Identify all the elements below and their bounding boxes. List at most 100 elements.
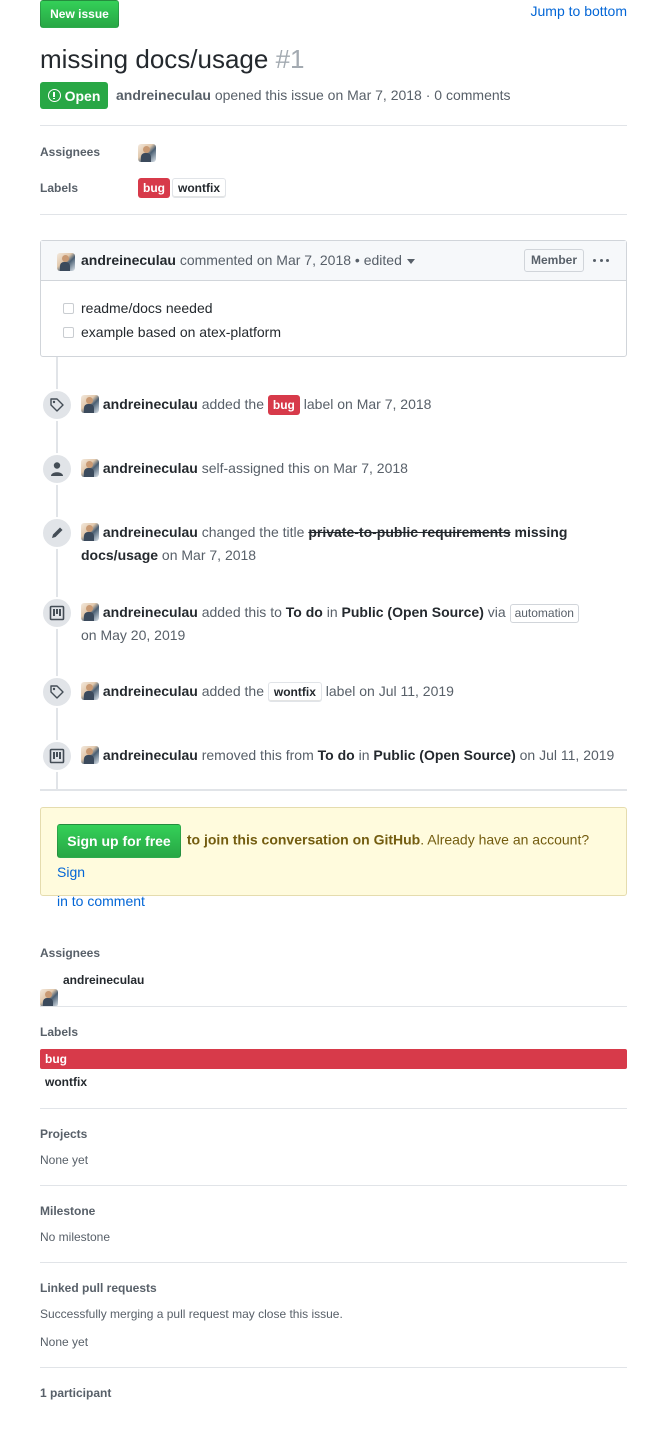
project-column: To do bbox=[285, 604, 323, 620]
timeline-action: removed this from bbox=[201, 747, 314, 763]
timeline-date: label on Mar 7, 2018 bbox=[303, 396, 432, 412]
signup-button[interactable]: Sign up for free bbox=[57, 824, 181, 858]
issue-author-link[interactable]: andreineculau bbox=[116, 87, 211, 103]
sidebar-milestone-value: No milestone bbox=[40, 1230, 111, 1244]
state-label: Open bbox=[64, 87, 101, 104]
tag-icon bbox=[41, 676, 73, 708]
automation-badge: automation bbox=[509, 603, 579, 623]
project-name[interactable]: Public (Open Source) bbox=[342, 604, 484, 620]
divider bbox=[40, 214, 627, 215]
comment-header: andreineculau commented on Mar 7, 2018 •… bbox=[41, 241, 626, 281]
project-icon bbox=[41, 597, 73, 629]
issue-opened-text: opened this issue on Mar 7, 2018 · 0 com… bbox=[214, 87, 511, 103]
timeline-user[interactable]: andreineculau bbox=[103, 683, 198, 699]
label-bug[interactable]: bug bbox=[267, 395, 300, 416]
comment-author-link[interactable]: andreineculau bbox=[81, 252, 176, 268]
sidebar-assignee-name[interactable]: andreineculau bbox=[63, 973, 144, 987]
assignee-avatar[interactable] bbox=[138, 144, 156, 162]
timeline-user[interactable]: andreineculau bbox=[103, 604, 198, 620]
timeline-date: label on Jul 11, 2019 bbox=[325, 683, 454, 699]
divider bbox=[40, 1367, 627, 1368]
sidebar-projects-value: None yet bbox=[40, 1153, 89, 1167]
new-issue-button[interactable]: New issue bbox=[40, 0, 119, 28]
timeline-avatar[interactable] bbox=[81, 603, 99, 621]
comment-author-avatar[interactable] bbox=[57, 253, 75, 271]
task-text: example based on atex-platform bbox=[81, 324, 281, 340]
kebab-horizontal-icon[interactable] bbox=[593, 251, 609, 269]
sidebar-milestone-heading: Milestone bbox=[40, 1204, 96, 1218]
sidebar-assignees-heading: Assignees bbox=[40, 946, 101, 960]
task-checkbox[interactable] bbox=[63, 326, 74, 338]
signin-link[interactable]: Sign bbox=[57, 864, 85, 880]
sidebar-linked-desc: Successfully merging a pull request may … bbox=[40, 1307, 343, 1321]
timeline-user[interactable]: andreineculau bbox=[103, 524, 198, 540]
timeline-item-renamed: andreineculau changed the title private-… bbox=[81, 521, 601, 567]
sidebar-projects-heading: Projects bbox=[40, 1127, 88, 1141]
timeline-action: added this to bbox=[201, 604, 282, 620]
timeline-date: on Jul 11, 2019 bbox=[519, 747, 615, 763]
timeline-date: on Mar 7, 2018 bbox=[161, 547, 257, 563]
issue-title: missing docs/usage #1 bbox=[40, 42, 305, 76]
timeline-action: changed the title bbox=[201, 524, 305, 540]
member-badge: Member bbox=[524, 249, 585, 272]
timeline-line bbox=[56, 357, 58, 789]
sidebar-label-bug[interactable]: bug bbox=[40, 1049, 627, 1069]
comment-header-text: andreineculau commented on Mar 7, 2018 •… bbox=[81, 252, 415, 268]
sidebar-linked-value: None yet bbox=[40, 1335, 89, 1349]
person-icon bbox=[41, 453, 73, 485]
timeline-item-project-removed: andreineculau removed this from To do in… bbox=[81, 744, 614, 767]
comment-box: andreineculau commented on Mar 7, 2018 •… bbox=[40, 240, 627, 357]
timeline-avatar[interactable] bbox=[81, 459, 99, 477]
issue-meta: andreineculau opened this issue on Mar 7… bbox=[116, 87, 511, 103]
task-item: example based on atex-platform bbox=[63, 324, 281, 340]
label-wontfix[interactable]: wontfix bbox=[267, 682, 322, 703]
timeline-avatar[interactable] bbox=[81, 746, 99, 764]
divider bbox=[40, 1185, 627, 1186]
timeline-item-labeled: andreineculau added the wontfix label on… bbox=[81, 680, 454, 703]
divider bbox=[40, 1108, 627, 1109]
timeline-avatar[interactable] bbox=[81, 682, 99, 700]
timeline-user[interactable]: andreineculau bbox=[103, 747, 198, 763]
task-text: readme/docs needed bbox=[81, 300, 213, 316]
labels-heading: Labels bbox=[40, 181, 79, 195]
sidebar-assignee-avatar[interactable] bbox=[40, 989, 58, 1007]
sidebar-label-wontfix[interactable]: wontfix bbox=[40, 1072, 627, 1092]
sidebar-linked-heading: Linked pull requests bbox=[40, 1281, 157, 1295]
divider bbox=[40, 1262, 627, 1263]
signup-box: Sign up for free to join this conversati… bbox=[40, 807, 627, 909]
task-checkbox[interactable] bbox=[63, 302, 74, 314]
timeline-in: in bbox=[358, 747, 370, 763]
label-bug[interactable]: bug bbox=[138, 178, 170, 198]
comment-action: commented on Mar 7, 2018 bbox=[179, 252, 352, 268]
divider bbox=[40, 125, 627, 126]
timeline-user[interactable]: andreineculau bbox=[103, 460, 198, 476]
timeline-action: added the bbox=[201, 396, 264, 412]
signin-link-cont[interactable]: in to comment bbox=[57, 893, 145, 909]
old-title: private-to-public requirements bbox=[308, 524, 511, 540]
timeline-item-assigned: andreineculau self-assigned this on Mar … bbox=[81, 457, 408, 480]
pencil-icon bbox=[41, 517, 73, 549]
timeline-avatar[interactable] bbox=[81, 395, 99, 413]
sidebar-participants-heading: 1 participant bbox=[40, 1386, 112, 1400]
signup-text: Sign up for free to join this conversati… bbox=[57, 824, 612, 916]
label-wontfix[interactable]: wontfix bbox=[172, 178, 226, 198]
timeline-via: via bbox=[487, 604, 506, 620]
timeline-user[interactable]: andreineculau bbox=[103, 396, 198, 412]
timeline-item-project-added: andreineculau added this to To do in Pub… bbox=[81, 601, 601, 647]
chevron-down-icon[interactable] bbox=[406, 258, 415, 264]
issue-number: #1 bbox=[275, 44, 305, 74]
timeline-avatar[interactable] bbox=[81, 523, 99, 541]
project-name[interactable]: Public (Open Source) bbox=[373, 747, 515, 763]
tag-icon bbox=[41, 389, 73, 421]
timeline-end-divider bbox=[40, 789, 627, 791]
timeline-in: in bbox=[326, 604, 338, 620]
project-icon bbox=[41, 740, 73, 772]
task-item: readme/docs needed bbox=[63, 300, 213, 316]
issue-opened-icon bbox=[47, 89, 61, 102]
jump-to-bottom-link[interactable]: Jump to bottom bbox=[531, 3, 628, 19]
timeline-action: added the bbox=[201, 683, 264, 699]
issue-title-text: missing docs/usage bbox=[40, 44, 269, 74]
comment-edited[interactable]: • edited bbox=[355, 252, 402, 268]
sidebar-labels-heading: Labels bbox=[40, 1025, 79, 1039]
assignees-heading: Assignees bbox=[40, 145, 101, 159]
